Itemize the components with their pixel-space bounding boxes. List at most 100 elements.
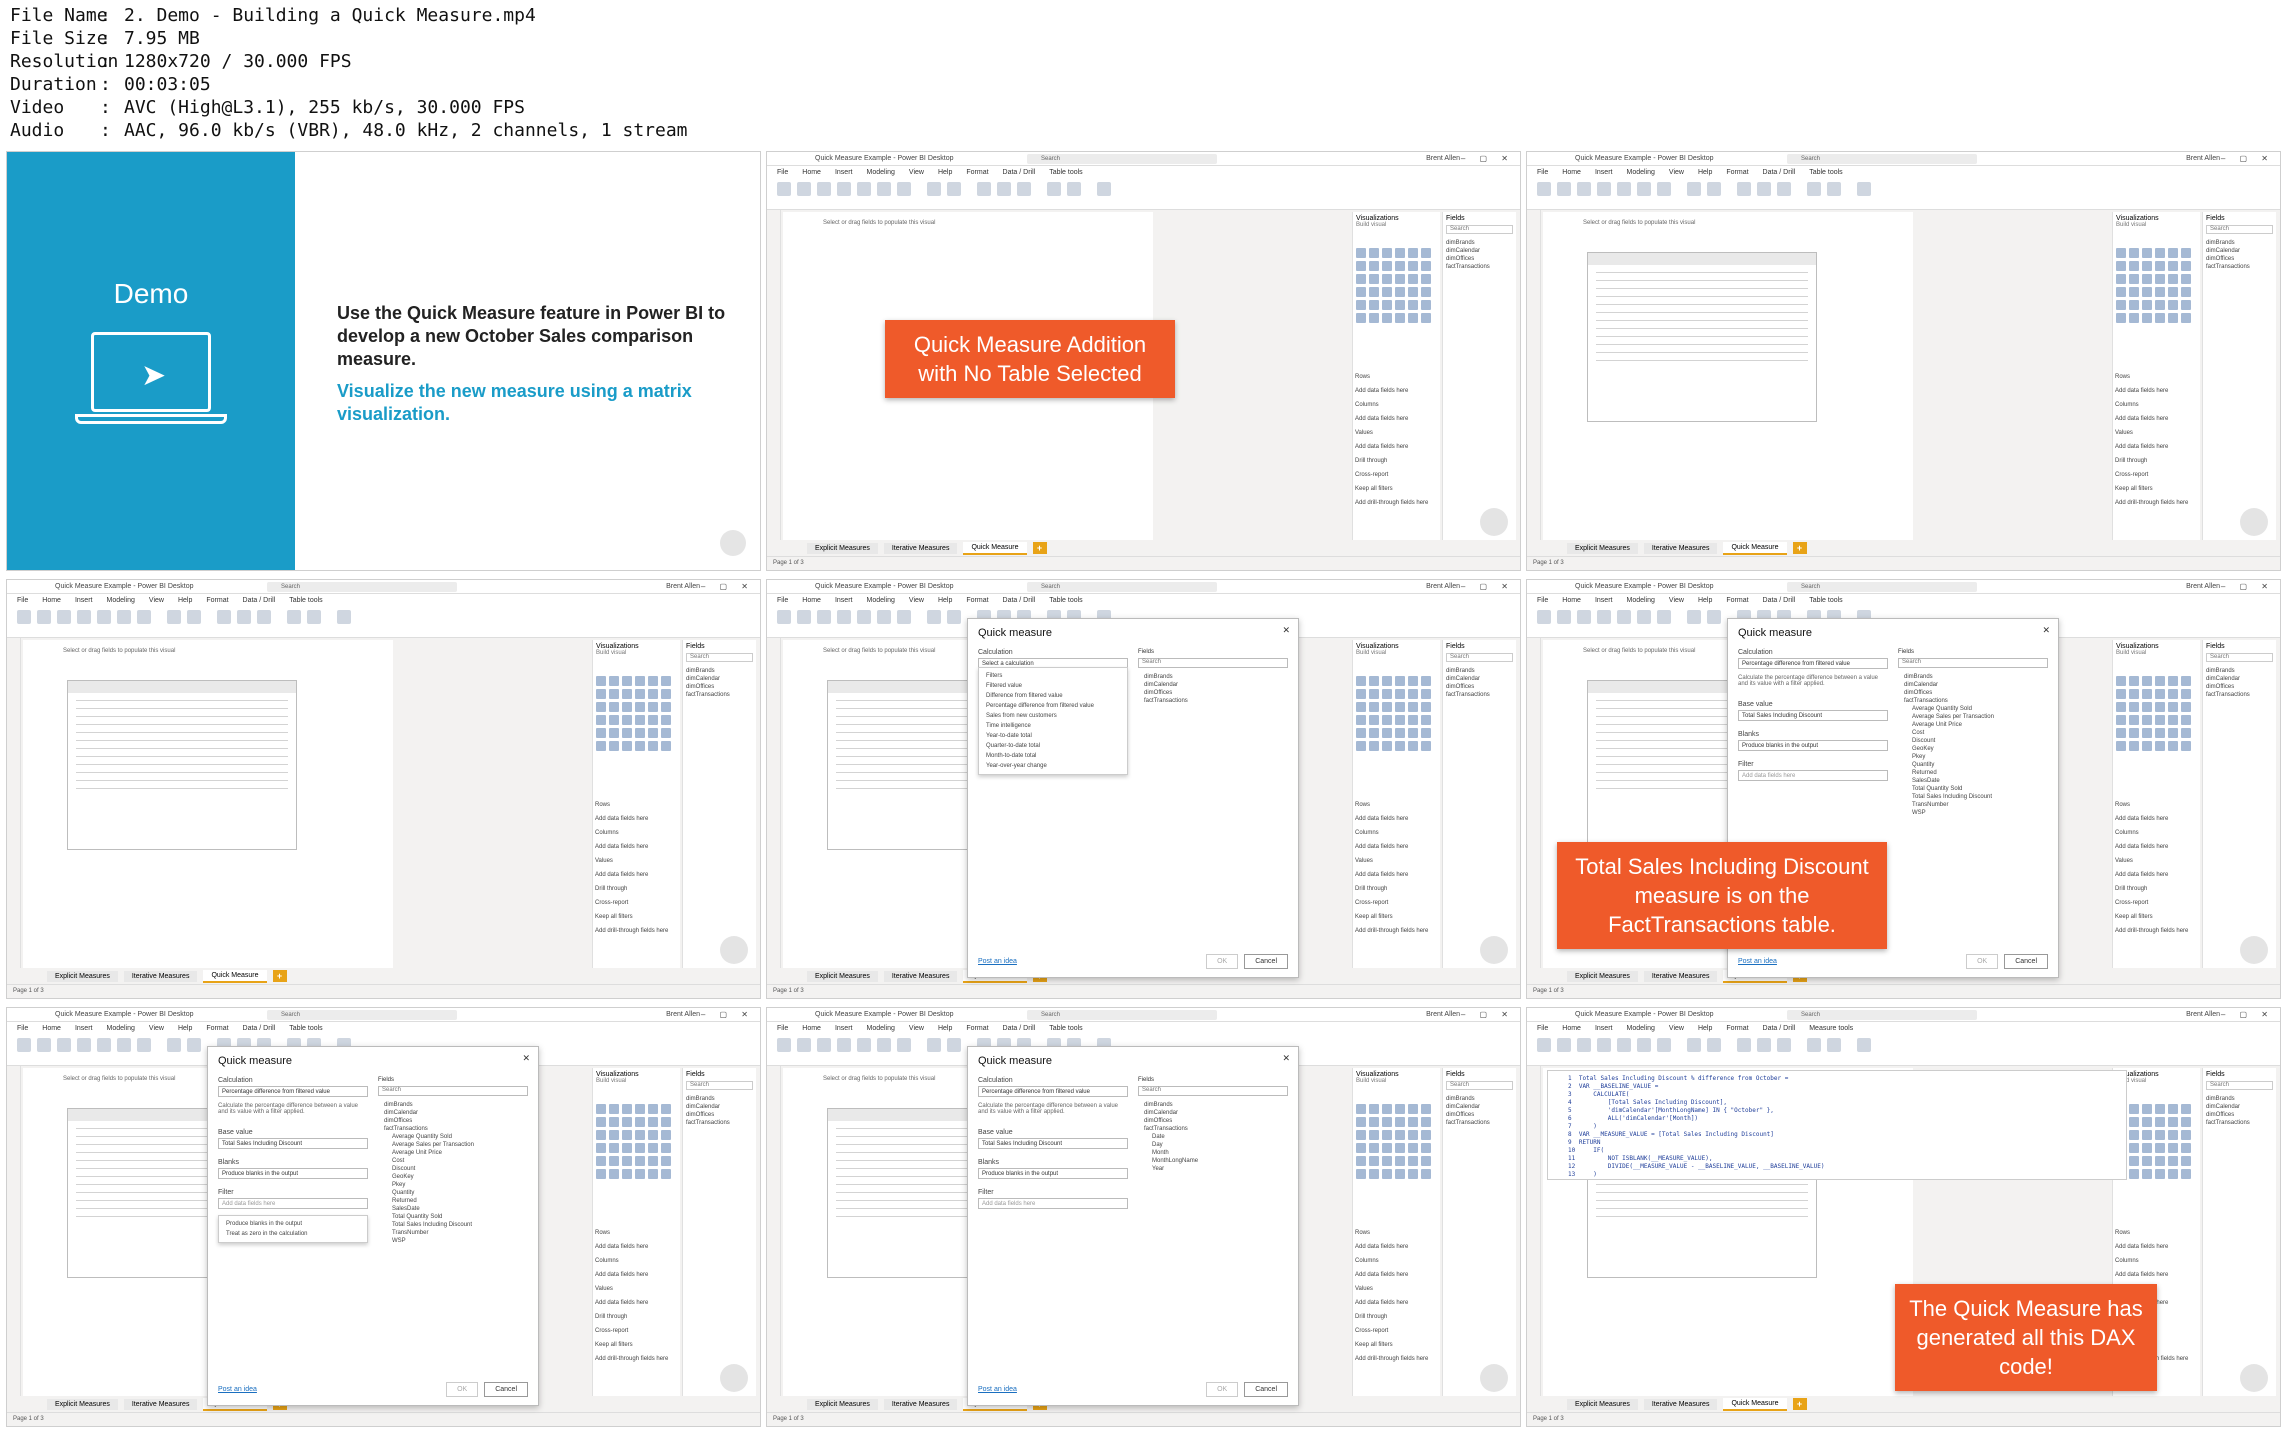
dialog-fields-search[interactable]: Search: [378, 1086, 528, 1096]
menu-insert[interactable]: Insert: [1595, 1025, 1613, 1032]
search-box[interactable]: Search: [1787, 154, 1977, 164]
table-item[interactable]: dimBrands: [2206, 239, 2273, 247]
fields-search[interactable]: Search: [1446, 225, 1513, 234]
table-item[interactable]: factTransactions: [2206, 1119, 2273, 1127]
dialog-field-item[interactable]: Returned: [1898, 769, 2048, 777]
menu-format[interactable]: Format: [206, 1025, 228, 1032]
dialog-table-item[interactable]: factTransactions: [1898, 697, 2048, 705]
window-controls[interactable]: – ▢ ✕: [2221, 582, 2274, 591]
dialog-table-item[interactable]: factTransactions: [378, 1125, 528, 1133]
fields-search[interactable]: Search: [2206, 225, 2273, 234]
table-item[interactable]: dimCalendar: [1446, 247, 1513, 255]
cancel-button[interactable]: Cancel: [484, 1382, 528, 1397]
table-item[interactable]: dimBrands: [1446, 1095, 1513, 1103]
calculation-option[interactable]: Month-to-date total: [982, 751, 1124, 761]
add-page-button[interactable]: +: [1792, 1398, 1807, 1410]
keep-filters-toggle[interactable]: Keep all filters: [2115, 486, 2197, 492]
ok-button[interactable]: OK: [446, 1382, 479, 1397]
window-controls[interactable]: – ▢ ✕: [2221, 154, 2274, 163]
fields-search[interactable]: Search: [1446, 653, 1513, 662]
play-icon[interactable]: [1480, 1364, 1508, 1392]
play-icon[interactable]: [1480, 936, 1508, 964]
menu-help[interactable]: Help: [1698, 597, 1712, 604]
keep-filters-toggle[interactable]: Keep all filters: [595, 914, 677, 920]
view-switcher[interactable]: [1527, 1066, 1541, 1412]
menu-home[interactable]: Home: [1562, 169, 1581, 176]
table-item[interactable]: dimCalendar: [2206, 247, 2273, 255]
menu-help[interactable]: Help: [938, 1025, 952, 1032]
menu-insert[interactable]: Insert: [1595, 169, 1613, 176]
search-box[interactable]: Search: [267, 1010, 457, 1020]
add-page-button[interactable]: +: [1032, 542, 1047, 554]
window-controls[interactable]: – ▢ ✕: [1461, 1010, 1514, 1019]
menu-data-drill[interactable]: Data / Drill: [1003, 169, 1036, 176]
menu-help[interactable]: Help: [178, 1025, 192, 1032]
calculation-option[interactable]: Filters: [982, 671, 1124, 681]
fields-search[interactable]: Search: [2206, 1081, 2273, 1090]
filter-field[interactable]: Add data fields here: [978, 1198, 1128, 1209]
keep-filters-toggle[interactable]: Keep all filters: [1355, 1342, 1437, 1348]
table-item[interactable]: factTransactions: [686, 1119, 753, 1127]
menu-table-tools[interactable]: Table tools: [1049, 169, 1082, 176]
menu-format[interactable]: Format: [966, 1025, 988, 1032]
dialog-field-item[interactable]: Day: [1138, 1141, 1288, 1149]
table-item[interactable]: dimOffices: [1446, 1111, 1513, 1119]
visual-icons-grid[interactable]: [2116, 676, 2197, 751]
blanks-dropdown[interactable]: Produce blanks in the output: [1738, 740, 1888, 751]
view-switcher[interactable]: [7, 638, 21, 984]
window-controls[interactable]: – ▢ ✕: [701, 582, 754, 591]
well-drop[interactable]: Add data fields here: [2115, 416, 2197, 422]
dialog-field-item[interactable]: Year: [1138, 1165, 1288, 1173]
play-icon[interactable]: [1480, 508, 1508, 536]
menu-file[interactable]: File: [1537, 597, 1548, 604]
table-item[interactable]: dimCalendar: [2206, 1103, 2273, 1111]
well-drop[interactable]: Add data fields here: [1355, 844, 1437, 850]
cross-report-toggle[interactable]: Cross-report: [2115, 900, 2197, 906]
window-controls[interactable]: – ▢ ✕: [1461, 154, 1514, 163]
tab-explicit-measures[interactable]: Explicit Measures: [1567, 970, 1638, 982]
well-drop[interactable]: Add drill-through fields here: [595, 1356, 677, 1362]
table-item[interactable]: dimOffices: [686, 1111, 753, 1119]
calculation-option[interactable]: Time intelligence: [982, 721, 1124, 731]
search-box[interactable]: Search: [1787, 1010, 1977, 1020]
menu-format[interactable]: Format: [206, 597, 228, 604]
table-item[interactable]: dimBrands: [686, 1095, 753, 1103]
well-drop[interactable]: Add data fields here: [1355, 388, 1437, 394]
search-box[interactable]: Search: [267, 582, 457, 592]
well-drop[interactable]: Add drill-through fields here: [2115, 500, 2197, 506]
table-item[interactable]: dimCalendar: [1446, 675, 1513, 683]
blanks-dropdown[interactable]: Produce blanks in the output: [978, 1168, 1128, 1179]
well-drop[interactable]: Add data fields here: [1355, 1272, 1437, 1278]
dialog-field-item[interactable]: WSP: [378, 1237, 528, 1245]
dialog-field-item[interactable]: Quantity: [378, 1189, 528, 1197]
calculation-option[interactable]: Percentage difference from filtered valu…: [982, 701, 1124, 711]
menu-table-tools[interactable]: Table tools: [1049, 597, 1082, 604]
cancel-button[interactable]: Cancel: [1244, 1382, 1288, 1397]
menu-modeling[interactable]: Modeling: [1626, 169, 1654, 176]
visual-icons-grid[interactable]: [596, 676, 677, 751]
post-idea-link[interactable]: Post an idea: [978, 1386, 1017, 1393]
tab-iterative-measures[interactable]: Iterative Measures: [883, 970, 958, 982]
menu-view[interactable]: View: [1669, 169, 1684, 176]
fields-search[interactable]: Search: [686, 653, 753, 662]
dialog-field-item[interactable]: Average Sales per Transaction: [378, 1141, 528, 1149]
view-switcher[interactable]: [767, 1066, 781, 1412]
well-drop[interactable]: Add data fields here: [2115, 1272, 2197, 1278]
play-icon[interactable]: [720, 530, 746, 556]
menu-data-drill[interactable]: Data / Drill: [1003, 1025, 1036, 1032]
menu-format[interactable]: Format: [1726, 169, 1748, 176]
tab-explicit-measures[interactable]: Explicit Measures: [47, 970, 118, 982]
menu-data-drill[interactable]: Data / Drill: [1763, 169, 1796, 176]
view-switcher[interactable]: [7, 1066, 21, 1412]
calculation-option[interactable]: Difference from filtered value: [982, 691, 1124, 701]
dialog-table-item[interactable]: dimOffices: [378, 1117, 528, 1125]
table-item[interactable]: dimBrands: [2206, 1095, 2273, 1103]
tab-iterative-measures[interactable]: Iterative Measures: [883, 1398, 958, 1410]
dialog-table-item[interactable]: dimCalendar: [1138, 681, 1288, 689]
well-drop[interactable]: Add data fields here: [2115, 388, 2197, 394]
calculation-option[interactable]: Filtered value: [982, 681, 1124, 691]
menu-insert[interactable]: Insert: [75, 1025, 93, 1032]
visual-icons-grid[interactable]: [1356, 1104, 1437, 1179]
field-wells[interactable]: Rows Add data fields here Columns Add da…: [1352, 802, 1440, 942]
table-item[interactable]: dimOffices: [2206, 1111, 2273, 1119]
